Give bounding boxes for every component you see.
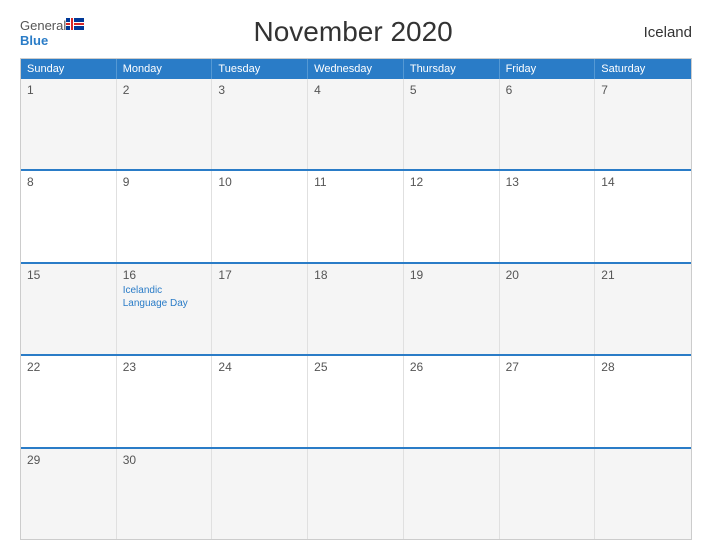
day-number: 15: [27, 268, 110, 282]
day-number: 10: [218, 175, 301, 189]
day-number: 11: [314, 175, 397, 189]
day-headers-row: SundayMondayTuesdayWednesdayThursdayFrid…: [21, 59, 691, 79]
day-number: 25: [314, 360, 397, 374]
day-header-sunday: Sunday: [21, 59, 117, 79]
calendar: SundayMondayTuesdayWednesdayThursdayFrid…: [20, 58, 692, 540]
day-number: 24: [218, 360, 301, 374]
day-number: 22: [27, 360, 110, 374]
day-cell: 2: [117, 79, 213, 169]
day-number: 27: [506, 360, 589, 374]
day-cell: [212, 449, 308, 539]
logo-flag-icon: [66, 18, 84, 34]
day-number: 13: [506, 175, 589, 189]
day-cell: 30: [117, 449, 213, 539]
day-cell: 11: [308, 171, 404, 261]
day-cell: 26: [404, 356, 500, 446]
day-cell: 14: [595, 171, 691, 261]
day-number: 4: [314, 83, 397, 97]
day-number: 21: [601, 268, 685, 282]
day-cell: 23: [117, 356, 213, 446]
day-header-thursday: Thursday: [404, 59, 500, 79]
day-number: 2: [123, 83, 206, 97]
header: General Blue November 2020 Iceland: [20, 16, 692, 48]
day-cell: 22: [21, 356, 117, 446]
day-number: 17: [218, 268, 301, 282]
calendar-title: November 2020: [84, 16, 622, 48]
day-number: 9: [123, 175, 206, 189]
day-cell: 29: [21, 449, 117, 539]
event-label: Icelandic Language Day: [123, 284, 206, 310]
day-cell: 16 Icelandic Language Day: [117, 264, 213, 354]
day-cell: 28: [595, 356, 691, 446]
day-number: 16: [123, 268, 206, 282]
day-number: 1: [27, 83, 110, 97]
day-header-tuesday: Tuesday: [212, 59, 308, 79]
day-cell: 27: [500, 356, 596, 446]
day-cell: 5: [404, 79, 500, 169]
day-cell: 6: [500, 79, 596, 169]
week-row-4: 22 23 24 25 26 27 28: [21, 354, 691, 446]
day-cell: [500, 449, 596, 539]
week-row-2: 89 10 11 12 13 14: [21, 169, 691, 261]
day-cell: 21: [595, 264, 691, 354]
day-cell: 3: [212, 79, 308, 169]
day-cell: 1: [21, 79, 117, 169]
day-number: 30: [123, 453, 206, 467]
day-number: 26: [410, 360, 493, 374]
day-cell: 17: [212, 264, 308, 354]
day-cell: 18: [308, 264, 404, 354]
day-number: 14: [601, 175, 685, 189]
day-cell: 8: [21, 171, 117, 261]
day-cell: 7: [595, 79, 691, 169]
day-number: 19: [410, 268, 493, 282]
day-cell: 24: [212, 356, 308, 446]
day-cell: 19: [404, 264, 500, 354]
day-cell: [308, 449, 404, 539]
day-number: 7: [601, 83, 685, 97]
week-row-5: 29 30: [21, 447, 691, 539]
day-cell: 12: [404, 171, 500, 261]
week-row-1: 1234567: [21, 79, 691, 169]
day-number: 18: [314, 268, 397, 282]
logo-blue-text: Blue: [20, 34, 84, 47]
day-header-friday: Friday: [500, 59, 596, 79]
day-number: 6: [506, 83, 589, 97]
day-cell: [595, 449, 691, 539]
day-number: 23: [123, 360, 206, 374]
day-number: 3: [218, 83, 301, 97]
country-label: Iceland: [622, 24, 692, 41]
day-cell: 9: [117, 171, 213, 261]
day-header-monday: Monday: [117, 59, 213, 79]
day-cell: [404, 449, 500, 539]
day-cell: 20: [500, 264, 596, 354]
day-cell: 15: [21, 264, 117, 354]
day-header-saturday: Saturday: [595, 59, 691, 79]
week-row-3: 15 16 Icelandic Language Day 17 18 19 20 21: [21, 262, 691, 354]
day-number: 5: [410, 83, 493, 97]
day-number: 12: [410, 175, 493, 189]
day-cell: 4: [308, 79, 404, 169]
day-number: 20: [506, 268, 589, 282]
day-number: 8: [27, 175, 110, 189]
page: General Blue November 2020 Iceland Sunda…: [0, 0, 712, 550]
day-cell: 25: [308, 356, 404, 446]
day-header-wednesday: Wednesday: [308, 59, 404, 79]
day-number: 29: [27, 453, 110, 467]
logo-general-text: General: [20, 19, 66, 32]
logo: General Blue: [20, 18, 84, 47]
weeks-container: 12345678910111213141516Icelandic Languag…: [21, 79, 691, 539]
day-number: 28: [601, 360, 685, 374]
day-cell: 10: [212, 171, 308, 261]
day-cell: 13: [500, 171, 596, 261]
